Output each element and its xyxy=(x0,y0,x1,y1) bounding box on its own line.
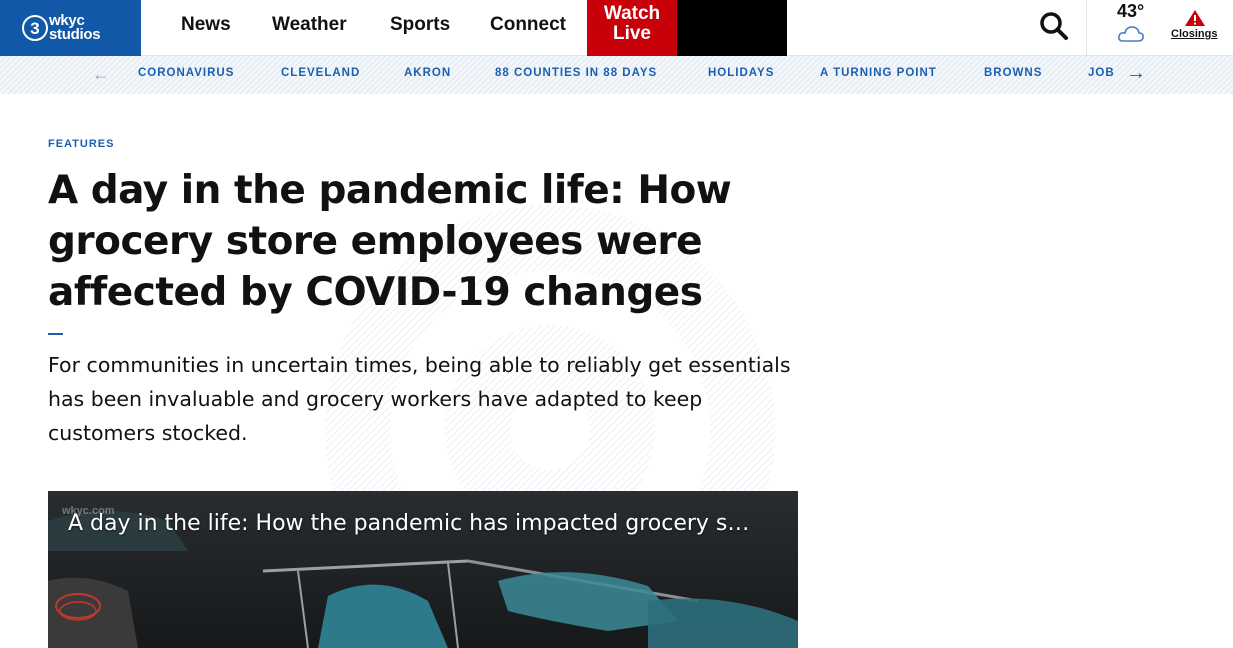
closings-link[interactable]: Closings xyxy=(1171,28,1217,40)
nav-weather[interactable]: Weather xyxy=(272,14,347,36)
channel-3-icon: 3 xyxy=(22,15,48,41)
headline-rule xyxy=(48,333,63,335)
wkyc-logo[interactable]: 3 wkyc studios xyxy=(0,0,141,56)
topic-holidays[interactable]: HOLIDAYS xyxy=(708,67,774,79)
article-kicker[interactable]: FEATURES xyxy=(48,138,114,150)
header-divider xyxy=(1086,0,1087,56)
video-player[interactable]: wkyc.com A day in the life: How the pand… xyxy=(48,491,798,648)
topic-cleveland[interactable]: CLEVELAND xyxy=(281,67,360,79)
topic-88-counties[interactable]: 88 COUNTIES IN 88 DAYS xyxy=(495,67,657,79)
warning-triangle-icon[interactable] xyxy=(1184,9,1206,27)
logo-wordmark: wkyc studios xyxy=(49,12,101,43)
nav-sports[interactable]: Sports xyxy=(390,14,450,36)
temperature[interactable]: 43° xyxy=(1117,1,1144,22)
topic-nav: ← CORONAVIRUS CLEVELAND AKRON 88 COUNTIE… xyxy=(0,56,1233,94)
live-preview-block xyxy=(677,0,787,56)
topic-akron[interactable]: AKRON xyxy=(404,67,451,79)
topic-browns[interactable]: BROWNS xyxy=(984,67,1042,79)
article-headline: A day in the pandemic life: How grocery … xyxy=(48,168,732,315)
cloud-icon xyxy=(1118,26,1144,42)
article-summary: For communities in uncertain times, bein… xyxy=(48,353,791,445)
video-title[interactable]: A day in the life: How the pandemic has … xyxy=(68,511,783,536)
arrow-right-icon[interactable]: → xyxy=(1126,62,1146,85)
arrow-left-icon[interactable]: ← xyxy=(92,64,110,85)
topic-jobs[interactable]: JOB xyxy=(1088,67,1118,79)
nav-news[interactable]: News xyxy=(181,14,231,36)
site-header: 3 wkyc studios News Weather Sports Conne… xyxy=(0,0,1233,56)
topic-a-turning-point[interactable]: A TURNING POINT xyxy=(820,67,937,79)
search-icon[interactable] xyxy=(1038,10,1070,42)
nav-connect[interactable]: Connect xyxy=(490,14,566,36)
topic-coronavirus[interactable]: CORONAVIRUS xyxy=(138,67,234,79)
watch-live-button[interactable]: Watch Live xyxy=(587,0,677,56)
